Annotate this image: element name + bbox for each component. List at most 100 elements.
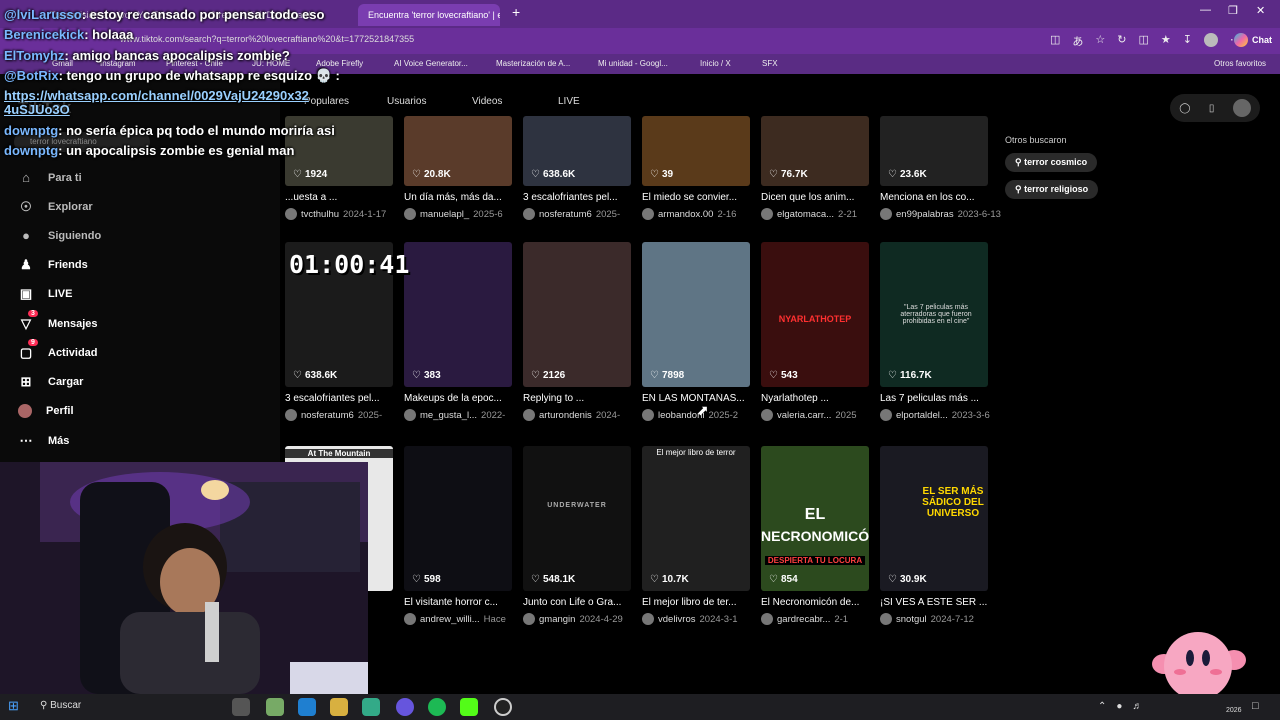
video-caption[interactable]: Dicen que los anim... — [761, 192, 873, 203]
video-thumbnail[interactable]: ♡ 638.6K — [523, 116, 631, 186]
video-card[interactable]: ♡ 39 El miedo se convier... armandox.00 2-1… — [642, 116, 750, 220]
creator-username[interactable]: snotgul — [896, 614, 927, 625]
creator-avatar[interactable] — [285, 409, 297, 421]
video-card[interactable]: ♡ 854 EL NECRONOMICÓN DESPIERTA TU LOCURA El… — [761, 446, 869, 625]
video-card[interactable]: ♡ 598 El visitante horror c... andrew_will… — [404, 446, 512, 625]
video-caption[interactable]: El mejor libro de ter... — [642, 597, 754, 608]
creator-avatar[interactable] — [404, 409, 416, 421]
spotify-icon[interactable] — [428, 698, 446, 716]
split-screen-icon[interactable]: ◫ — [1139, 33, 1149, 49]
favorite-star-icon[interactable]: ☆ — [1095, 33, 1105, 49]
translate-icon[interactable]: あ — [1072, 33, 1083, 49]
video-caption[interactable]: Nyarlathotep ... — [761, 393, 873, 404]
creator-username[interactable]: manuelapl_ — [420, 209, 469, 220]
windows-start-icon[interactable]: ⊞ — [8, 698, 26, 716]
profile-avatar[interactable] — [1204, 33, 1218, 47]
coins-icon[interactable]: ◯ — [1179, 103, 1190, 114]
creator-avatar[interactable] — [880, 208, 892, 220]
creator-avatar[interactable] — [761, 613, 773, 625]
refresh-icon[interactable]: ↻ — [1117, 33, 1126, 49]
chrome-icon[interactable] — [494, 698, 512, 716]
nav-live[interactable]: ▣ LIVE — [18, 286, 73, 302]
tab-videos[interactable]: Videos — [472, 96, 502, 107]
taskbar-search[interactable]: ⚲ Buscar — [40, 700, 81, 711]
video-caption[interactable]: El visitante horror c... — [404, 597, 516, 608]
video-caption[interactable]: Junto con Life o Gra... — [523, 597, 635, 608]
calculator-icon[interactable] — [362, 698, 380, 716]
creator-username[interactable]: andrew_willi... — [420, 614, 480, 625]
file-explorer-icon[interactable] — [330, 698, 348, 716]
video-caption[interactable]: Replying to ... — [523, 393, 635, 404]
volume-icon[interactable]: ♬ — [1132, 701, 1142, 712]
creator-avatar[interactable] — [761, 409, 773, 421]
edge-icon[interactable] — [298, 698, 316, 716]
notifications-icon[interactable]: □ — [1252, 700, 1259, 712]
video-thumbnail[interactable]: ♡ 30.9K EL SER MÁS SÁDICO DEL UNIVERSO — [880, 446, 988, 591]
nav-perfil[interactable]: Perfil — [18, 404, 74, 418]
video-thumbnail[interactable]: ♡ 548.1K UNDERWATER — [523, 446, 631, 591]
video-caption[interactable]: 3 escalofriantes pel... — [523, 192, 635, 203]
copilot-chat-button[interactable]: Chat — [1234, 33, 1272, 47]
nav-mas[interactable]: ⋯ Más — [18, 433, 70, 449]
creator-username[interactable]: gardrecabr... — [777, 614, 830, 625]
creator-avatar[interactable] — [523, 208, 535, 220]
creator-avatar[interactable] — [404, 208, 416, 220]
video-thumbnail[interactable]: ♡ 116.7K "Las 7 peliculas más aterradoras… — [880, 242, 988, 387]
extensions-icon[interactable]: ◫ — [1050, 33, 1060, 49]
creator-avatar[interactable] — [880, 613, 892, 625]
video-caption[interactable]: Un día más, más da... — [404, 192, 516, 203]
creator-username[interactable]: me_gusta_l... — [420, 410, 477, 421]
creator-avatar[interactable] — [642, 409, 654, 421]
tab-usuarios[interactable]: Usuarios — [387, 96, 426, 107]
creator-avatar[interactable] — [642, 208, 654, 220]
video-caption[interactable]: 3 escalofriantes pel... — [285, 393, 397, 404]
user-avatar[interactable] — [1232, 99, 1251, 117]
video-card[interactable]: ♡ 383 Makeups de la epoc... me_gusta_l... 2… — [404, 242, 512, 421]
video-thumbnail[interactable]: ♡ 598 — [404, 446, 512, 591]
video-card[interactable]: ♡ 638.6K 3 escalofriantes pel... nosferatu… — [523, 116, 631, 220]
obs-icon[interactable] — [396, 698, 414, 716]
nav-para-ti[interactable]: ⌂ Para ti — [18, 170, 82, 185]
bookmark[interactable]: Inicio / X — [700, 59, 731, 68]
creator-username[interactable]: valeria.carr... — [777, 410, 831, 421]
creator-avatar[interactable] — [880, 409, 892, 421]
video-card[interactable]: ♡ 7898 EN LAS MONTAÑAS... leobandoni 2025-2 — [642, 242, 750, 421]
creator-avatar[interactable] — [523, 409, 535, 421]
creator-username[interactable]: elportaldel... — [896, 410, 948, 421]
video-caption[interactable]: Makeups de la epoc... — [404, 393, 516, 404]
video-thumbnail[interactable]: ♡ 39 — [642, 116, 750, 186]
creator-username[interactable]: armandox.00 — [658, 209, 713, 220]
video-thumbnail[interactable]: ♡ 20.8K — [404, 116, 512, 186]
video-thumbnail[interactable]: ♡ 7898 — [642, 242, 750, 387]
video-card[interactable]: ♡ 548.1K UNDERWATER Junto con Life o Gra..… — [523, 446, 631, 625]
video-thumbnail[interactable]: ♡ 383 — [404, 242, 512, 387]
browser-tab-active[interactable]: Encuentra 'terror lovecraftiano' | en... — [358, 4, 500, 26]
video-thumbnail[interactable]: ♡ 543 NYARLATHOTEP — [761, 242, 869, 387]
nav-cargar[interactable]: ⊞ Cargar — [18, 374, 84, 390]
video-thumbnail[interactable]: ♡ 2126 — [523, 242, 631, 387]
nav-siguiendo[interactable]: ● Siguiendo — [18, 228, 101, 243]
other-bookmarks[interactable]: Otros favoritos — [1214, 59, 1266, 68]
video-thumbnail[interactable]: ♡ 10.7K El mejor libro de terror — [642, 446, 750, 591]
creator-username[interactable]: tvcthulhu — [301, 209, 339, 220]
video-thumbnail[interactable]: ♡ 854 EL NECRONOMICÓN DESPIERTA TU LOCURA — [761, 446, 869, 591]
device-icon[interactable]: ▯ — [1209, 103, 1215, 114]
video-card[interactable]: ♡ 76.7K Dicen que los anim... elgatomaca..… — [761, 116, 869, 220]
creator-avatar[interactable] — [642, 613, 654, 625]
video-card[interactable]: ♡ 30.9K EL SER MÁS SÁDICO DEL UNIVERSO ¡SI… — [880, 446, 988, 625]
chat-link[interactable]: https://whatsapp.com/channel/0029VajU242… — [4, 88, 309, 117]
microphone-icon[interactable]: ● — [1116, 701, 1122, 712]
video-caption[interactable]: El Necronomicón de... — [761, 597, 873, 608]
creator-avatar[interactable] — [761, 208, 773, 220]
creator-username[interactable]: arturondenis — [539, 410, 592, 421]
favorites-icon[interactable]: ★ — [1161, 33, 1171, 49]
video-caption[interactable]: Las 7 peliculas más ... — [880, 393, 992, 404]
creator-username[interactable]: en99palabras — [896, 209, 954, 220]
related-search-item[interactable]: ⚲ terror religioso — [1005, 180, 1099, 199]
video-card[interactable]: ♡ 543 NYARLATHOTEP Nyarlathotep ... valeria… — [761, 242, 869, 421]
video-caption[interactable]: ¡SI VES A ESTE SER ... — [880, 597, 992, 608]
bookmark[interactable]: AI Voice Generator... — [394, 59, 468, 68]
bookmark[interactable]: Mi unidad - Googl... — [598, 59, 668, 68]
creator-username[interactable]: elgatomaca... — [777, 209, 834, 220]
video-card[interactable]: ♡ 2126 Replying to ... arturondenis 2024- — [523, 242, 631, 421]
